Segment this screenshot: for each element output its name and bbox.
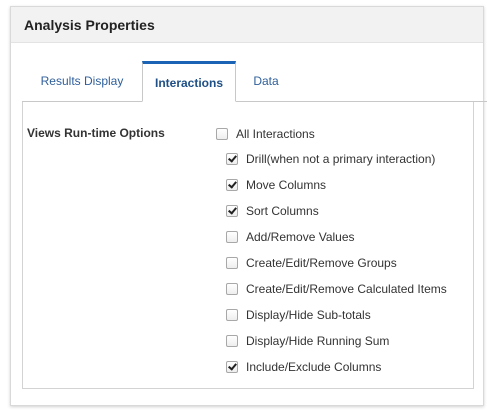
option-label: Move Columns xyxy=(246,178,327,192)
dialog-title: Analysis Properties xyxy=(24,16,155,33)
display-hide-running-sum-checkbox[interactable] xyxy=(226,335,238,347)
tab-results-display[interactable]: Results Display xyxy=(22,61,142,101)
sort-columns-checkbox[interactable] xyxy=(226,205,238,217)
option-include-exclude-columns[interactable]: Include/Exclude Columns xyxy=(226,359,381,375)
option-label: Display/Hide Sub-totals xyxy=(246,308,371,322)
drill-checkbox[interactable] xyxy=(226,153,238,165)
option-sort-columns[interactable]: Sort Columns xyxy=(226,203,319,219)
option-label: All Interactions xyxy=(236,127,315,141)
display-hide-subtotals-checkbox[interactable] xyxy=(226,309,238,321)
tab-bar: Results Display Interactions Data xyxy=(22,61,487,102)
option-display-hide-subtotals[interactable]: Display/Hide Sub-totals xyxy=(226,307,371,323)
move-columns-checkbox[interactable] xyxy=(226,179,238,191)
option-label: Create/Edit/Remove Calculated Items xyxy=(246,282,447,296)
option-label: Create/Edit/Remove Groups xyxy=(246,256,397,270)
option-all-interactions[interactable]: All Interactions xyxy=(216,126,315,142)
option-drill[interactable]: Drill(when not a primary interaction) xyxy=(226,151,435,167)
include-exclude-columns-checkbox[interactable] xyxy=(226,361,238,373)
option-label: Include/Exclude Columns xyxy=(246,360,382,374)
option-move-columns[interactable]: Move Columns xyxy=(226,177,326,193)
all-interactions-checkbox[interactable] xyxy=(216,128,228,140)
option-create-edit-remove-groups[interactable]: Create/Edit/Remove Groups xyxy=(226,255,397,271)
add-remove-values-checkbox[interactable] xyxy=(226,231,238,243)
option-create-edit-remove-calculated-items[interactable]: Create/Edit/Remove Calculated Items xyxy=(226,281,447,297)
option-add-remove-values[interactable]: Add/Remove Values xyxy=(226,229,355,245)
dialog-header: Analysis Properties xyxy=(11,7,483,43)
create-edit-remove-calculated-items-checkbox[interactable] xyxy=(226,283,238,295)
option-label: Sort Columns xyxy=(246,204,319,218)
option-label: Add/Remove Values xyxy=(246,230,355,244)
views-runtime-options-label: Views Run-time Options xyxy=(27,126,165,140)
tab-data[interactable]: Data xyxy=(236,61,296,101)
option-label: Display/Hide Running Sum xyxy=(246,334,390,348)
tab-interactions[interactable]: Interactions xyxy=(142,61,236,102)
option-display-hide-running-sum[interactable]: Display/Hide Running Sum xyxy=(226,333,389,349)
create-edit-remove-groups-checkbox[interactable] xyxy=(226,257,238,269)
option-label: Drill(when not a primary interaction) xyxy=(246,152,436,166)
